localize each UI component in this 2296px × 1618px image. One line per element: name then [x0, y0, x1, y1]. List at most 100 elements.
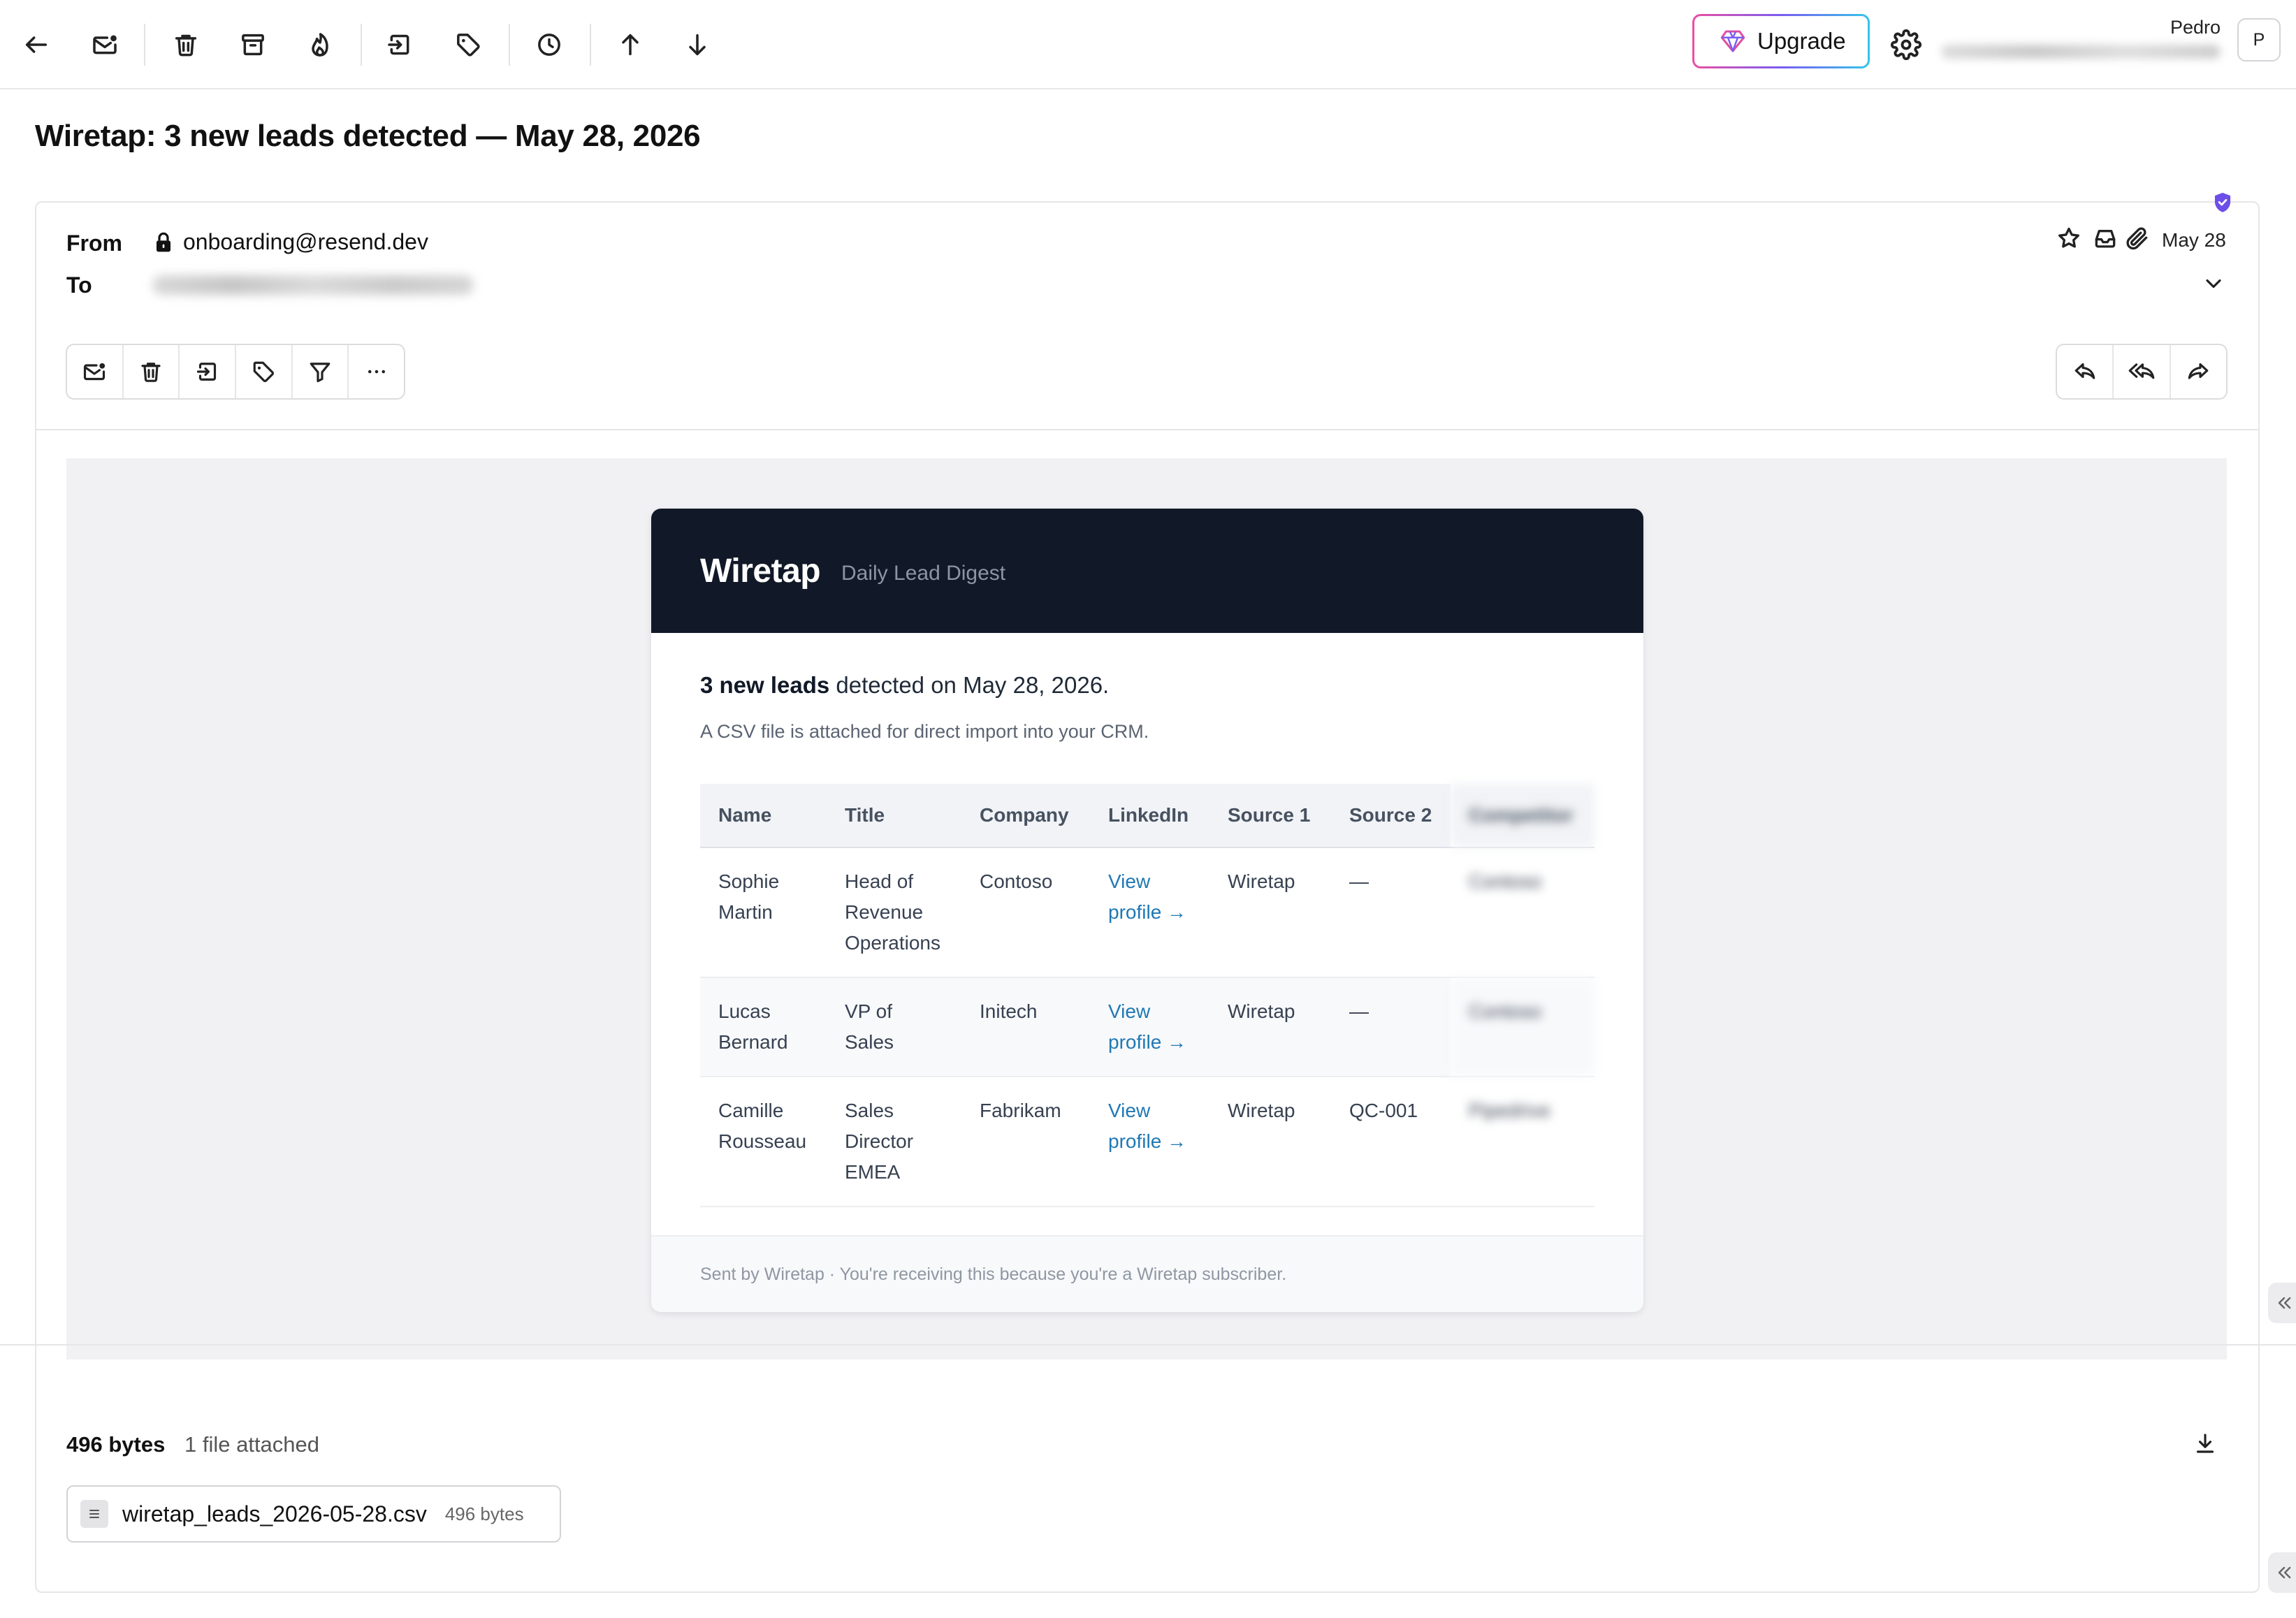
- filter-icon: [310, 363, 330, 383]
- tag-icon: [254, 361, 275, 382]
- trash-icon: [141, 363, 161, 382]
- lead-company: Initech: [961, 977, 1090, 1077]
- message-actions: [66, 344, 405, 400]
- star-button[interactable]: [2056, 225, 2084, 253]
- star-icon: [2058, 227, 2079, 248]
- snooze-button[interactable]: [530, 25, 569, 64]
- linkedin-profile-link[interactable]: View profile →: [1090, 977, 1209, 1077]
- linkedin-profile-link[interactable]: View profile →: [1090, 847, 1209, 978]
- table-row: Camille Rousseau Sales Director EMEA Fabrik…: [700, 1077, 1594, 1207]
- more-button[interactable]: [349, 345, 404, 398]
- mark-unread-button[interactable]: [67, 345, 124, 398]
- lead-source-2: QC-001: [1331, 1077, 1451, 1207]
- gem-icon: [1720, 30, 1745, 52]
- attachment-file-size: 496 bytes: [444, 1503, 524, 1524]
- collapse-panel-button[interactable]: [2268, 1552, 2296, 1593]
- download-all-button[interactable]: [2193, 1431, 2221, 1459]
- table-row: Lucas Bernard VP of Sales Initech View prof…: [700, 977, 1594, 1077]
- settings-button[interactable]: [1887, 25, 1926, 64]
- lead-source-2: —: [1331, 977, 1451, 1077]
- lead-name: Lucas Bernard: [700, 977, 827, 1077]
- column-header-company: Company: [961, 784, 1090, 848]
- file-icon: [80, 1500, 108, 1528]
- expand-details-button[interactable]: [2201, 271, 2229, 299]
- headline-rest: detected on May 28, 2026.: [829, 672, 1110, 698]
- table-header-row: Name Title Company LinkedIn Source 1 Sou…: [700, 784, 1594, 848]
- lead-title: Sales Director EMEA: [827, 1077, 961, 1207]
- back-arrow-icon: [25, 36, 48, 53]
- from-label: From: [66, 231, 122, 256]
- paperclip-icon: [2126, 227, 2148, 250]
- column-header-source-1: Source 1: [1209, 784, 1331, 848]
- collapse-left-icon: [2278, 1566, 2291, 1579]
- message-subject: Wiretap: 3 new leads detected — May 28, …: [35, 119, 701, 153]
- brand-tagline: Daily Lead Digest: [841, 562, 1006, 585]
- headline-count: 3 new leads: [700, 672, 830, 698]
- column-header-title: Title: [827, 784, 961, 848]
- arrow-up-icon: [622, 34, 639, 56]
- footer-text: Sent by Wiretap · You're receiving this …: [700, 1264, 1287, 1284]
- move-to-inbox-button[interactable]: [2092, 225, 2120, 253]
- attachment-chip[interactable]: wiretap_leads_2026-05-28.csv 496 bytes: [66, 1485, 561, 1543]
- email-banner: Wiretap Daily Lead Digest: [651, 509, 1643, 633]
- collapse-panel-button[interactable]: [2268, 1283, 2296, 1323]
- mark-unread-icon: [93, 35, 117, 54]
- reply-button[interactable]: [2057, 345, 2114, 398]
- trash-icon: [175, 34, 197, 57]
- upgrade-label: Upgrade: [1757, 28, 1846, 54]
- back-button[interactable]: [17, 25, 56, 64]
- burn-button[interactable]: [300, 25, 340, 64]
- download-icon: [2196, 1434, 2214, 1453]
- move-to-button[interactable]: [180, 345, 237, 398]
- lead-name: Camille Rousseau: [700, 1077, 827, 1207]
- lead-title: VP of Sales: [827, 977, 961, 1077]
- sender[interactable]: onboarding@resend.dev: [154, 229, 428, 255]
- label-button[interactable]: [449, 25, 488, 64]
- csv-note: A CSV file is attached for direct import…: [700, 721, 1149, 742]
- message-date: May 28: [2162, 229, 2226, 251]
- lead-name: Sophie Martin: [700, 847, 827, 978]
- archive-button[interactable]: [233, 25, 273, 64]
- attachment-file-name: wiretap_leads_2026-05-28.csv: [122, 1501, 427, 1526]
- archive-icon: [242, 34, 264, 56]
- header-divider: [36, 429, 2258, 430]
- reply-all-button[interactable]: [2114, 345, 2171, 398]
- mark-unread-button[interactable]: [85, 25, 124, 64]
- forward-button[interactable]: [2171, 345, 2226, 398]
- move-to-button[interactable]: [380, 25, 419, 64]
- avatar[interactable]: P: [2237, 18, 2281, 61]
- recipient-redacted: [152, 275, 474, 295]
- table-row: Sophie Martin Head of Revenue Operations Co…: [700, 847, 1594, 978]
- previous-message-button[interactable]: [611, 25, 650, 64]
- filter-button[interactable]: [293, 345, 349, 398]
- content-divider: [0, 1344, 2296, 1346]
- top-toolbar: Upgrade Pedro P: [0, 0, 2296, 89]
- arrow-down-icon: [689, 34, 706, 56]
- linkedin-profile-link[interactable]: View profile →: [1090, 1077, 1209, 1207]
- collapse-left-icon: [2278, 1297, 2291, 1309]
- chevron-down-icon: [2206, 279, 2221, 289]
- label-button[interactable]: [236, 345, 293, 398]
- user-name: Pedro: [2170, 17, 2221, 38]
- column-header-name: Name: [700, 784, 827, 848]
- delete-button[interactable]: [166, 25, 205, 64]
- move-to-icon: [388, 34, 409, 55]
- tag-icon: [457, 34, 480, 57]
- lead-competitor: Contoso: [1451, 977, 1594, 1077]
- email-footer: Sent by Wiretap · You're receiving this …: [651, 1235, 1643, 1312]
- upgrade-button[interactable]: Upgrade: [1692, 14, 1870, 68]
- move-to-icon: [196, 363, 216, 381]
- clock-icon: [538, 34, 560, 56]
- attachment-indicator[interactable]: [2124, 225, 2152, 253]
- email-headline: 3 new leads detected on May 28, 2026.: [700, 672, 1109, 699]
- attachments-count: 1 file attached: [184, 1432, 320, 1457]
- column-header-linkedin: LinkedIn: [1090, 784, 1209, 848]
- lead-competitor: Pipedrive: [1451, 1077, 1594, 1207]
- delete-button[interactable]: [124, 345, 180, 398]
- column-header-competitor: Competitor: [1451, 784, 1594, 848]
- shield-check-icon: [2214, 192, 2231, 212]
- lead-source-1: Wiretap: [1209, 1077, 1331, 1207]
- next-message-button[interactable]: [678, 25, 717, 64]
- leads-table: Name Title Company LinkedIn Source 1 Sou…: [700, 784, 1594, 1207]
- lead-source-1: Wiretap: [1209, 847, 1331, 978]
